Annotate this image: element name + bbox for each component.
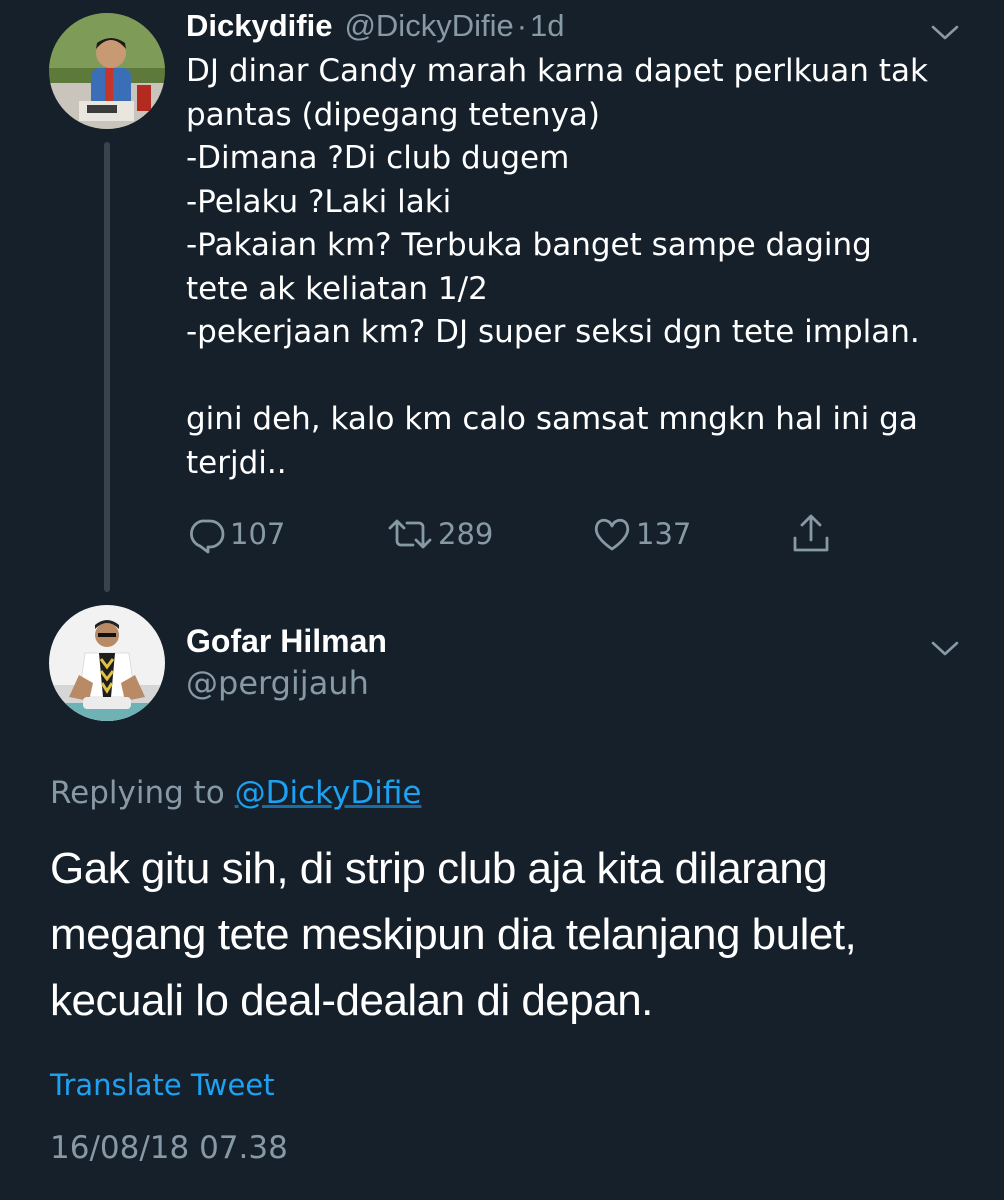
tweet-timestamp[interactable]: 16/08/18 07.38: [50, 1130, 288, 1166]
tweet-text-line: -pekerjaan km? DJ super seksi dgn tete i…: [186, 314, 920, 350]
parent-display-name[interactable]: Dickydifie: [186, 8, 332, 44]
tweet-text-line: gini deh, kalo km calo samsat mngkn hal …: [186, 401, 918, 437]
reply-handle[interactable]: @pergijauh: [186, 664, 369, 702]
chevron-down-icon[interactable]: [930, 22, 960, 42]
translate-tweet-link[interactable]: Translate Tweet: [50, 1068, 275, 1102]
retweet-icon: [388, 519, 432, 549]
parent-handle[interactable]: @DickyDifie: [344, 8, 513, 44]
parent-tweet-header: Dickydifie @DickyDifie · 1d: [186, 8, 565, 48]
tweet-text-line: -Pakaian km? Terbuka banget sampe daging: [186, 227, 872, 263]
heart-icon: [594, 518, 630, 551]
reply-button[interactable]: 107: [186, 510, 285, 558]
chevron-down-icon[interactable]: [930, 638, 960, 658]
tweet-text-line: terjdi..: [186, 444, 287, 481]
parent-tweet-text: DJ dinar Candy marah karna dapet perlkua…: [186, 50, 976, 485]
reply-icon: [190, 519, 225, 554]
tweet-text-line: pantas (dipegang tetenya): [186, 96, 601, 133]
dickydifie-avatar[interactable]: [49, 13, 165, 129]
tweet-text-line: Gak gitu sih, di strip club aja kita dil…: [50, 844, 828, 893]
reply-display-name[interactable]: Gofar Hilman: [186, 623, 387, 660]
replying-mention-link[interactable]: @DickyDifie: [235, 775, 422, 811]
tweet-text-line: DJ dinar Candy marah karna dapet perlkua…: [186, 53, 928, 89]
tweet-text-line: megang tete meskipun dia telanjang bulet…: [50, 910, 857, 959]
tweet-text-line: -Pelaku ?Laki laki: [186, 183, 452, 220]
tweet-text-line: tete ak keliatan 1/2: [186, 270, 488, 307]
like-count: 137: [636, 517, 692, 551]
share-icon: [793, 514, 829, 552]
like-button[interactable]: 137: [592, 510, 691, 558]
replying-to: Replying to @DickyDifie: [50, 775, 421, 811]
tweet-text-line: -Dimana ?Di club dugem: [186, 140, 570, 176]
separator-dot: ·: [516, 8, 528, 43]
replying-prefix: Replying to: [50, 775, 225, 811]
avatar-photo-icon: [49, 13, 165, 129]
reply-tweet-text: Gak gitu sih, di strip club aja kita dil…: [50, 836, 980, 1034]
gofar-hilman-avatar[interactable]: [49, 605, 165, 721]
avatar-photo-icon: [49, 605, 165, 721]
reply-count: 107: [230, 517, 286, 551]
retweet-button[interactable]: 289: [386, 510, 493, 558]
share-button[interactable]: [790, 510, 832, 558]
thread-connector-line: [104, 142, 110, 592]
parent-time-ago[interactable]: 1d: [530, 8, 564, 44]
tweet-text-blank-line: [186, 355, 976, 399]
retweet-count: 289: [438, 517, 494, 551]
tweet-text-line: kecuali lo deal-dealan di depan.: [50, 976, 653, 1025]
parent-tweet-actions: 107 289 137: [186, 510, 886, 558]
